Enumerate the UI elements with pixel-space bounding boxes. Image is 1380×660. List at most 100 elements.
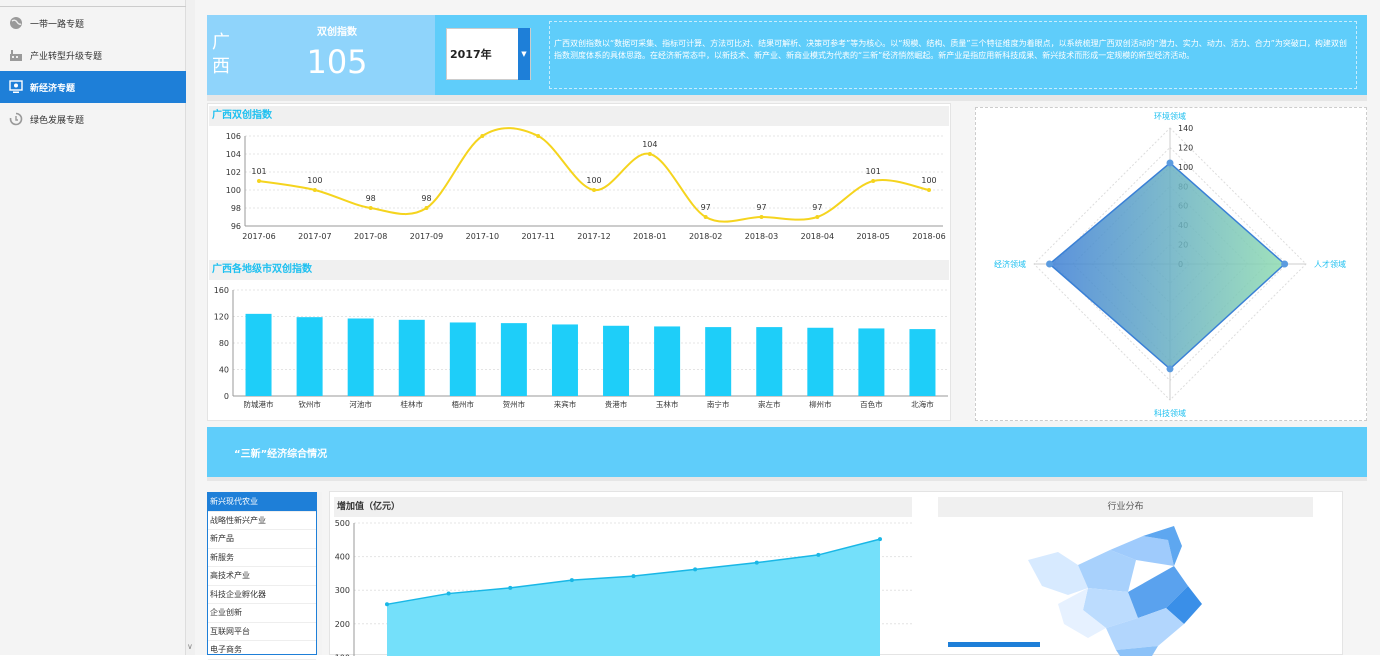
bar — [449, 322, 476, 396]
line-data-label: 97 — [812, 203, 822, 212]
sidebar: 一带一路专题 产业转型升级专题 新经济专题 绿色发展专题 — [0, 0, 186, 655]
line-data-label: 97 — [701, 203, 711, 212]
line-x-tick-label: 2018-03 — [745, 232, 778, 241]
bar-chart-title: 广西各地级市双创指数 — [209, 260, 949, 280]
guangxi-map — [948, 526, 1202, 656]
area-y-tick-label: 500 — [335, 519, 350, 528]
area-chart-title: 增加值（亿元） — [334, 497, 912, 517]
bar-y-tick-label: 120 — [214, 313, 229, 322]
category-item[interactable]: 互联网平台 — [208, 623, 316, 641]
radar-indicator-label: 经济领域 — [994, 259, 1026, 269]
line-data-label: 98 — [366, 194, 376, 203]
bar-x-tick-label: 贵港市 — [605, 399, 628, 409]
bar-x-tick-label: 梧州市 — [452, 399, 475, 409]
radar-tick-label: 140 — [1178, 124, 1193, 133]
category-item[interactable]: 新服务 — [208, 549, 316, 567]
line-data-label: 100 — [586, 176, 601, 185]
area-point — [878, 537, 882, 542]
sanxin-banner: “三新”经济综合情况 — [207, 427, 1367, 477]
radar-tick-label: 100 — [1178, 163, 1193, 172]
area-point — [631, 574, 636, 579]
sidebar-item-green-dev[interactable]: 绿色发展专题 — [0, 103, 186, 135]
sidebar-item-label: 绿色发展专题 — [30, 115, 85, 126]
bar — [398, 319, 425, 396]
category-item[interactable]: 高技术产业 — [208, 567, 316, 586]
sanxin-charts-panel: 增加值（亿元） 100200300400500 行业分布 — [329, 491, 1343, 656]
line-data-label: 97 — [756, 203, 766, 212]
line-y-tick-label: 98 — [231, 204, 241, 213]
line-point — [480, 134, 485, 138]
bar — [705, 327, 732, 396]
line-x-tick-label: 2017-11 — [521, 232, 554, 241]
line-point — [312, 188, 317, 192]
category-item[interactable]: 新产品 — [208, 530, 316, 549]
index-charts-panel: 广西双创指数 96 98 100 102 104 106 101 2017-06 100 2017… — [207, 103, 951, 421]
sidebar-scrollbar[interactable]: ∨ — [186, 0, 195, 655]
line-x-tick-label: 2017-06 — [242, 232, 275, 241]
chevron-down-icon[interactable]: ∨ — [187, 642, 193, 651]
sidebar-item-belt-road[interactable]: 一带一路专题 — [0, 7, 186, 39]
bar — [296, 317, 323, 396]
line-y-tick-label: 106 — [226, 132, 241, 141]
line-x-tick-label: 2018-01 — [633, 232, 666, 241]
sidebar-item-label: 一带一路专题 — [30, 19, 85, 30]
area-point — [569, 578, 574, 583]
main-content: 广西 双创指数 105 2017年 ▼ 广西双创指数以“数据可采集、指标可计算、… — [195, 0, 1380, 660]
category-list: 新兴现代农业 战略性新兴产业 新产品 新服务 高技术产业 科技企业孵化器 企业创… — [207, 492, 317, 660]
line-x-tick-label: 2018-02 — [689, 232, 722, 241]
bar — [654, 326, 681, 396]
bar-y-tick-label: 80 — [219, 339, 229, 348]
category-item[interactable]: 科技企业孵化器 — [208, 586, 316, 604]
index-title: 双创指数 — [317, 27, 357, 38]
category-scrollbar[interactable] — [317, 492, 322, 655]
year-select[interactable]: 2017年 ▼ — [446, 28, 531, 80]
radar-indicator-label: 人才领域 — [1314, 259, 1346, 269]
area-y-tick-label: 400 — [335, 553, 350, 562]
category-item[interactable]: 企业创新 — [208, 604, 316, 623]
bar-y-tick-label: 0 — [224, 392, 229, 401]
sanxin-title: “三新”经济综合情况 — [234, 449, 328, 460]
globe-icon — [8, 15, 24, 31]
line-point — [815, 215, 820, 219]
bar — [756, 327, 783, 396]
bar-x-tick-label: 防城港市 — [244, 399, 274, 409]
bar — [245, 313, 272, 396]
map-title: 行业分布 — [938, 497, 1313, 517]
bar-x-tick-label: 南宁市 — [707, 399, 730, 409]
line-point — [647, 152, 652, 156]
factory-icon — [8, 47, 24, 63]
line-data-label: 100 — [921, 176, 936, 185]
line-point — [257, 179, 261, 183]
area-point — [446, 591, 451, 596]
bar-x-tick-label: 贺州市 — [503, 399, 526, 409]
map-legend-bar — [948, 642, 1040, 647]
sidebar-item-label: 新经济专题 — [30, 83, 76, 94]
line-y-tick-label: 100 — [226, 186, 241, 195]
bar-y-tick-label: 40 — [219, 366, 229, 375]
line-x-tick-label: 2017-12 — [577, 232, 610, 241]
line-chart: 96 98 100 102 104 106 101 2017-06 100 2017-07 98 20… — [226, 127, 946, 241]
category-item[interactable]: 电子商务 — [208, 641, 316, 660]
line-data-label: 101 — [251, 167, 266, 176]
index-value: 105 — [306, 43, 368, 81]
caret-down-icon[interactable]: ▼ — [518, 28, 530, 80]
category-item[interactable]: 新兴现代农业 — [208, 493, 316, 512]
bar — [603, 325, 630, 396]
line-x-tick-label: 2017-07 — [298, 232, 331, 241]
sidebar-item-new-economy[interactable]: 新经济专题 — [0, 71, 186, 103]
line-data-label: 104 — [642, 140, 657, 149]
radar-indicator-label: 环境领域 — [1154, 111, 1186, 121]
sidebar-item-industry-upgrade[interactable]: 产业转型升级专题 — [0, 39, 186, 71]
category-item[interactable]: 战略性新兴产业 — [208, 512, 316, 530]
radar-chart: 020406080100120140环境领域人才领域科技领域经济领域 — [994, 111, 1346, 418]
monitor-icon — [8, 79, 24, 95]
cycle-icon — [8, 111, 24, 127]
bar-x-tick-label: 玉林市 — [656, 399, 679, 409]
bar-x-tick-label: 钦州市 — [298, 399, 321, 409]
bar — [500, 323, 527, 396]
bar-x-tick-label: 百色市 — [860, 399, 883, 409]
line-data-label: 100 — [307, 176, 322, 185]
radar-point — [1166, 159, 1174, 167]
radar-indicator-label: 科技领域 — [1154, 408, 1186, 418]
header-divider — [207, 95, 1367, 101]
